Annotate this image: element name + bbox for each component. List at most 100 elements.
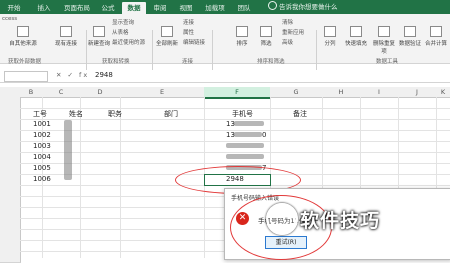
- remove-dup-label: 删除重复项: [372, 41, 395, 55]
- gridline: [20, 141, 450, 142]
- data-validation-icon: [404, 26, 416, 37]
- new-query-label: 新建查询: [88, 41, 111, 47]
- tab-addins[interactable]: 加载项: [202, 2, 228, 14]
- formula-bar: ✕ ✓ fx 2948: [0, 70, 450, 83]
- cell-id[interactable]: 1004: [33, 152, 51, 163]
- column-header-c[interactable]: C: [42, 87, 81, 98]
- flash-fill-button[interactable]: 快速填充: [342, 26, 370, 47]
- tab-view[interactable]: 视图: [176, 2, 196, 14]
- sort-button[interactable]: 排序: [232, 26, 252, 47]
- name-box[interactable]: [4, 71, 48, 82]
- connections-button[interactable]: 连接: [183, 18, 194, 26]
- group-separator: [316, 30, 317, 74]
- formula-input[interactable]: 2948: [95, 71, 113, 79]
- formula-buttons[interactable]: ✕ ✓ fx: [56, 71, 89, 79]
- column-header-d[interactable]: D: [80, 87, 121, 98]
- from-access-button[interactable]: ccess: [2, 16, 17, 22]
- cell-phone-tail: 0: [262, 131, 267, 139]
- filter-button[interactable]: 筛选: [256, 26, 276, 47]
- tab-insert[interactable]: 插入: [34, 2, 54, 14]
- group-data-tools: 数据工具: [376, 59, 399, 65]
- gridline: [80, 97, 81, 258]
- refresh-icon: [161, 26, 173, 37]
- group-separator: [86, 30, 87, 74]
- from-other-sources-button[interactable]: 自其他来源: [6, 26, 40, 47]
- data-validation-button[interactable]: 数据验证: [398, 26, 422, 47]
- refresh-all-button[interactable]: 全部刷新: [155, 26, 179, 47]
- advanced-button[interactable]: 高级: [282, 38, 293, 46]
- sort-label: 排序: [236, 41, 248, 47]
- properties-button[interactable]: 属性: [183, 28, 194, 36]
- obscured-phone: [234, 121, 264, 126]
- column-header-e[interactable]: E: [120, 87, 205, 98]
- show-queries-button[interactable]: 显示查询: [112, 18, 134, 26]
- obscured-names: [64, 120, 72, 180]
- text-to-columns-button[interactable]: 分列: [320, 26, 340, 47]
- existing-connections-button[interactable]: 现有连接: [52, 26, 80, 47]
- cell-id[interactable]: 1006: [33, 174, 51, 185]
- tell-me-text: 告诉我你想要做什么: [279, 3, 338, 11]
- from-table-button[interactable]: 从表格: [112, 28, 129, 36]
- group-get-transform: 获取和转换: [102, 59, 130, 65]
- cell-id[interactable]: 1001: [33, 119, 51, 130]
- remove-duplicates-icon: [378, 26, 390, 37]
- group-separator: [152, 30, 153, 74]
- header-phone[interactable]: 手机号: [232, 109, 253, 120]
- tab-home[interactable]: 开始: [4, 2, 24, 14]
- filter-icon: [260, 26, 272, 37]
- edit-links-button[interactable]: 编辑链接: [183, 38, 205, 46]
- gridline: [120, 97, 121, 258]
- column-header-i[interactable]: I: [360, 87, 399, 98]
- header-note[interactable]: 备注: [293, 109, 307, 120]
- consolidate-button[interactable]: 合并计算: [424, 26, 448, 47]
- header-title[interactable]: 职务: [108, 109, 122, 120]
- new-query-icon: [93, 26, 105, 37]
- tab-formulas[interactable]: 公式: [98, 2, 118, 14]
- gridline: [20, 163, 450, 164]
- flash-fill-label: 快速填充: [344, 41, 367, 47]
- cell-id[interactable]: 1005: [33, 163, 51, 174]
- cell-id[interactable]: 1003: [33, 141, 51, 152]
- obscured-phone: [226, 154, 264, 159]
- recent-sources-button[interactable]: 最近使用的源: [112, 38, 145, 46]
- consolidate-label: 合并计算: [424, 41, 447, 47]
- tab-page-layout[interactable]: 页面布局: [62, 2, 92, 14]
- gridline: [20, 130, 450, 131]
- lightbulb-icon: [268, 1, 277, 10]
- tab-review[interactable]: 审阅: [150, 2, 170, 14]
- obscured-phone: [234, 132, 262, 137]
- existing-connections-icon: [60, 26, 72, 37]
- consolidate-icon: [430, 26, 442, 37]
- column-header-b[interactable]: B: [20, 87, 43, 98]
- existing-label: 现有连接: [54, 41, 77, 47]
- validation-label: 数据验证: [398, 41, 421, 47]
- clear-button[interactable]: 清除: [282, 18, 293, 26]
- cell-id[interactable]: 1002: [33, 130, 51, 141]
- split-icon: [324, 26, 336, 37]
- column-header-f[interactable]: F: [204, 87, 271, 99]
- ribbon-data: ccess 自其他来源 现有连接 获取外部数据 新建查询 显示查询 从表格 最近…: [0, 14, 450, 74]
- header-name[interactable]: 姓名: [69, 109, 83, 120]
- new-query-button[interactable]: 新建查询: [88, 26, 110, 47]
- watermark-logo-icon: [266, 203, 298, 235]
- refresh-all-label: 全部刷新: [155, 41, 178, 47]
- column-header-j[interactable]: J: [398, 87, 437, 98]
- column-header-h[interactable]: H: [322, 87, 361, 98]
- sort-icon: [236, 26, 248, 37]
- column-header-k[interactable]: K: [436, 87, 450, 98]
- other-sources-icon: [17, 26, 29, 37]
- reapply-button[interactable]: 重新应用: [282, 28, 304, 36]
- remove-duplicates-button[interactable]: 删除重复项: [372, 26, 396, 55]
- tell-me-box[interactable]: 告诉我你想要做什么: [268, 1, 338, 13]
- group-separator: [212, 30, 213, 74]
- watermark-text: 软件技巧: [300, 210, 381, 232]
- flash-fill-icon: [350, 26, 362, 37]
- column-header-g[interactable]: G: [270, 87, 323, 98]
- group-connections: 连接: [182, 59, 194, 65]
- header-dept[interactable]: 部门: [164, 109, 178, 120]
- tab-data[interactable]: 数据: [122, 2, 146, 14]
- from-other-label: 自其他来源: [9, 41, 37, 47]
- tab-team[interactable]: 团队: [234, 2, 254, 14]
- group-get-external: 获取外部数据: [8, 59, 42, 65]
- row-header[interactable]: [0, 251, 21, 263]
